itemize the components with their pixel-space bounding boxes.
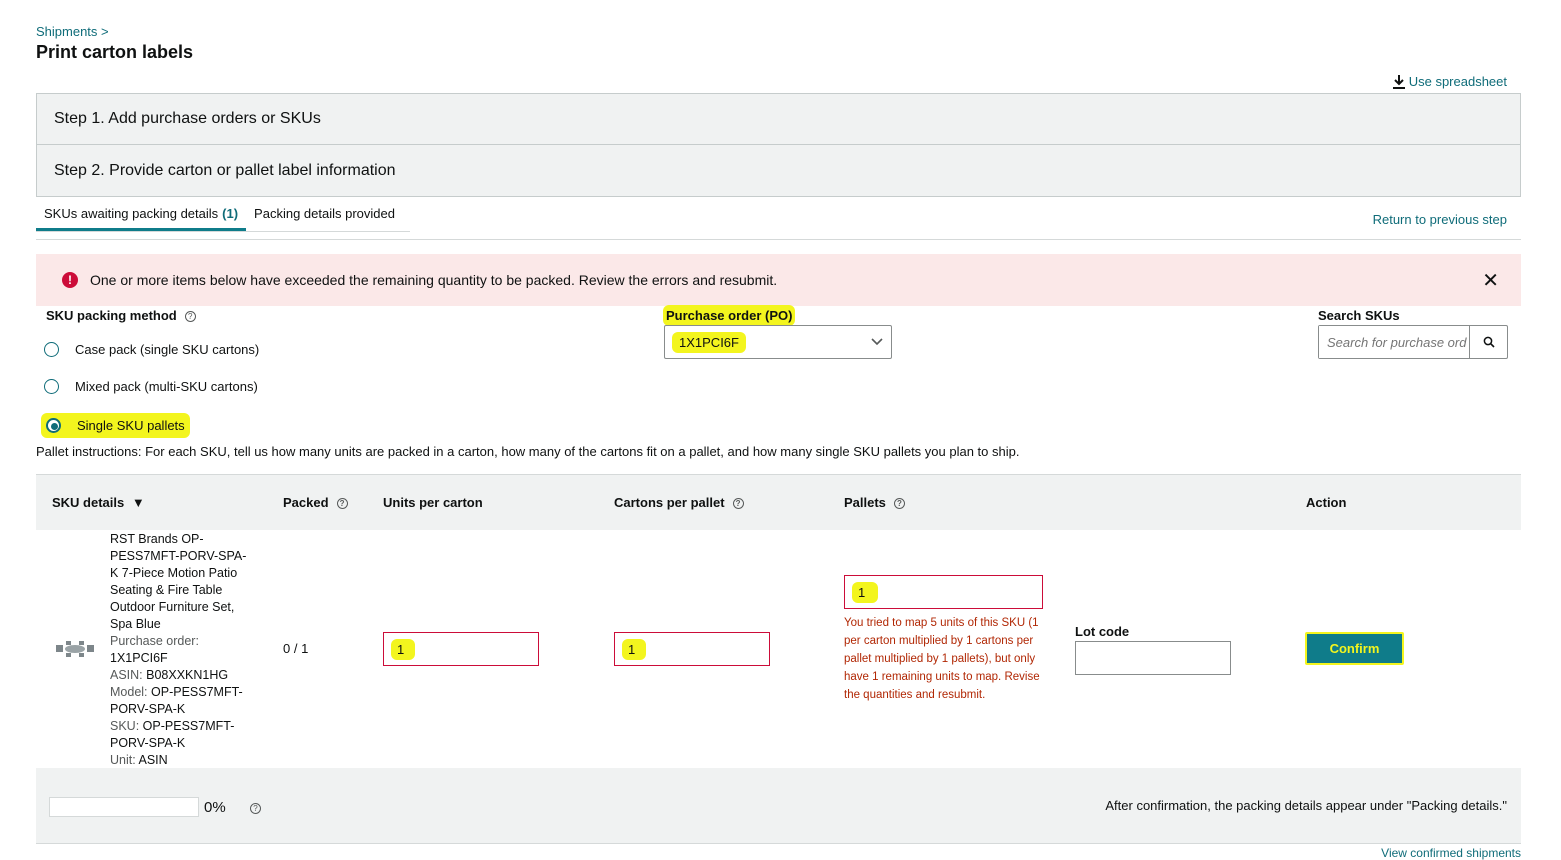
packed-count: 0 / 1 [283,641,309,656]
step-1-panel[interactable]: Step 1. Add purchase orders or SKUs [36,93,1521,145]
product-image [52,640,98,658]
product-title: RST Brands OP-PESS7MFT-PORV-SPA-K 7-Piec… [110,532,247,631]
th-action: Action [1306,495,1347,510]
return-to-previous-step-link[interactable]: Return to previous step [1373,212,1507,227]
asin-label: ASIN: [110,668,143,682]
step-1-label: Step 1. Add purchase orders or SKUs [54,110,321,127]
error-icon: ! [62,272,78,288]
tab-packing-details-provided[interactable]: Packing details provided [246,200,403,231]
th-sku-details[interactable]: SKU details ▼ [52,495,145,510]
units-per-carton-value: 1 [394,641,413,657]
pallets-error-message: You tried to map 5 units of this SKU (1 … [844,617,1040,701]
radio-single-sku-pallets-label: Single SKU pallets [77,418,185,433]
unit-value: ASIN [138,753,168,767]
view-confirmed-shipments-link[interactable]: View confirmed shipments [1381,846,1521,860]
step-2-panel[interactable]: Step 2. Provide carton or pallet label i… [36,145,1521,197]
th-cartons-per-pallet: Cartons per pallet? [614,495,744,510]
radio-mixed-pack-label: Mixed pack (multi-SKU cartons) [75,379,258,394]
tab-skus-awaiting-label: SKUs awaiting packing details [44,206,219,221]
step-2-label: Step 2. Provide carton or pallet label i… [54,161,396,179]
cartons-per-pallet-input[interactable]: 1 [614,632,770,666]
search-skus-box [1318,325,1508,359]
radio-button[interactable] [44,342,59,357]
asin-value: B08XXKN1HG [146,668,229,682]
th-sku-details-label: SKU details [52,495,125,510]
purchase-order-value: 1X1PCI6F [675,334,743,350]
packing-method-label: SKU packing method [46,308,177,323]
radio-button[interactable] [44,379,59,394]
breadcrumb-shipments[interactable]: Shipments > [36,24,109,39]
table-header: SKU details ▼ Packed? Units per carton C… [36,474,1521,530]
radio-case-pack-label: Case pack (single SKU cartons) [75,342,260,357]
unit-label: Unit: [110,753,136,767]
tab-count-badge: (1) [222,206,239,221]
th-packed: Packed? [283,495,348,510]
help-icon[interactable]: ? [184,311,196,323]
footer-help: ? [250,800,261,815]
pallets-input[interactable]: 1 [844,575,1043,609]
purchase-order-select[interactable]: 1X1PCI6F [664,325,892,359]
radio-mixed-pack[interactable]: Mixed pack (multi-SKU cartons) [44,379,258,394]
purchase-order-label: Purchase order (PO) [666,308,793,323]
th-cartons-per-pallet-label: Cartons per pallet [614,495,725,510]
po-value: 1X1PCI6F [110,651,168,665]
tab-skus-awaiting[interactable]: SKUs awaiting packing details (1) [36,200,247,231]
th-units-per-carton: Units per carton [383,495,483,510]
progress-percent: 0% [204,799,226,816]
search-button[interactable] [1469,326,1507,358]
units-per-carton-input[interactable]: 1 [383,632,539,666]
help-icon[interactable]: ? [250,803,261,815]
help-icon[interactable]: ? [732,498,744,510]
error-message: One or more items below have exceeded th… [90,272,778,288]
tabs: SKUs awaiting packing details (1) Packing… [36,200,410,232]
packing-method-heading: SKU packing method? [46,308,196,323]
progress-bar [49,797,199,817]
th-pallets-label: Pallets [844,495,886,510]
search-skus-label: Search SKUs [1318,308,1400,323]
sort-desc-icon: ▼ [131,495,145,510]
page-title: Print carton labels [36,42,194,62]
divider [36,239,1521,240]
lot-code-label: Lot code [1075,624,1130,639]
th-packed-label: Packed [283,495,329,510]
use-spreadsheet-link[interactable]: Use spreadsheet [1392,74,1507,89]
search-input[interactable] [1319,326,1469,358]
radio-case-pack[interactable]: Case pack (single SKU cartons) [44,342,259,357]
search-icon [1483,336,1495,348]
use-spreadsheet-label: Use spreadsheet [1408,74,1507,89]
po-label: Purchase order: [110,634,199,648]
help-icon[interactable]: ? [336,498,348,510]
lot-code-input[interactable] [1075,641,1231,675]
cartons-per-pallet-value: 1 [625,641,644,657]
confirm-button[interactable]: Confirm [1305,632,1404,665]
model-label: Model: [110,685,148,699]
chevron-down-icon [871,338,883,346]
footer-note: After confirmation, the packing details … [1105,798,1507,813]
error-banner: ! One or more items below have exceeded … [36,254,1521,306]
radio-button-checked[interactable] [46,418,61,433]
sku-details: RST Brands OP-PESS7MFT-PORV-SPA-K 7-Piec… [110,531,250,769]
close-icon[interactable]: ✕ [1482,268,1499,293]
th-pallets: Pallets? [844,495,905,510]
tab-packing-details-label: Packing details provided [254,206,395,221]
pallets-value: 1 [855,584,876,600]
help-icon[interactable]: ? [893,498,905,510]
pallet-instructions: Pallet instructions: For each SKU, tell … [36,444,1020,459]
radio-single-sku-pallets[interactable]: Single SKU pallets [44,416,187,435]
sku-label: SKU: [110,719,140,733]
download-icon [1392,74,1405,89]
